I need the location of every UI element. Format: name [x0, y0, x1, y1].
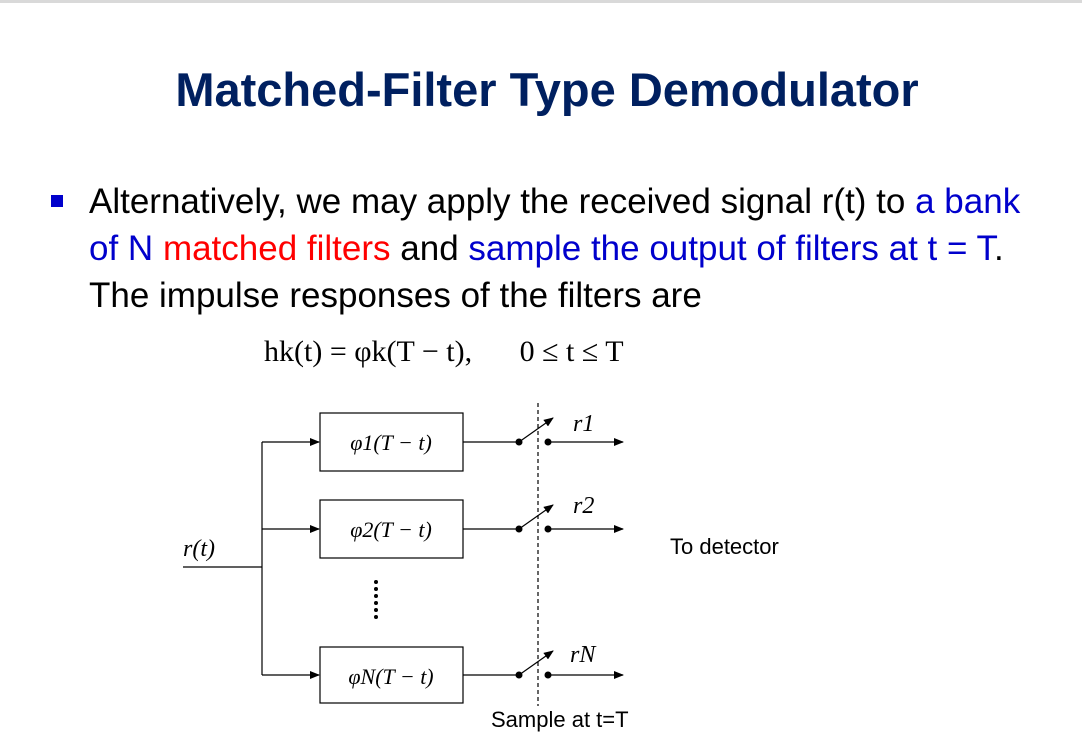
filter-label-2: φ2(T − t) — [350, 517, 432, 542]
filter-branch-2: φ2(T − t) r2 — [262, 493, 624, 559]
sample-label: Sample at t=T — [491, 707, 629, 732]
filter-label-n: φN(T − t) — [348, 664, 433, 689]
output-label-2: r2 — [573, 493, 594, 519]
input-label: r(t) — [183, 536, 215, 562]
sampling-switch-2 — [518, 504, 554, 530]
filter-label-1: φ1(T − t) — [350, 430, 432, 455]
to-detector-label: To detector — [670, 534, 779, 559]
sampling-switch-n — [518, 650, 554, 676]
ellipsis-dots — [374, 580, 378, 619]
sampling-switch-1 — [518, 417, 554, 443]
filter-branch-1: φ1(T − t) r1 — [262, 411, 624, 472]
output-label-1: r1 — [573, 411, 594, 437]
filter-bank-diagram: r(t) φ1(T − t) r1 φ2(T − t) r2 φN(T − t)… — [183, 403, 779, 732]
filter-branch-n: φN(T − t) rN — [262, 642, 624, 704]
output-label-n: rN — [570, 642, 597, 668]
